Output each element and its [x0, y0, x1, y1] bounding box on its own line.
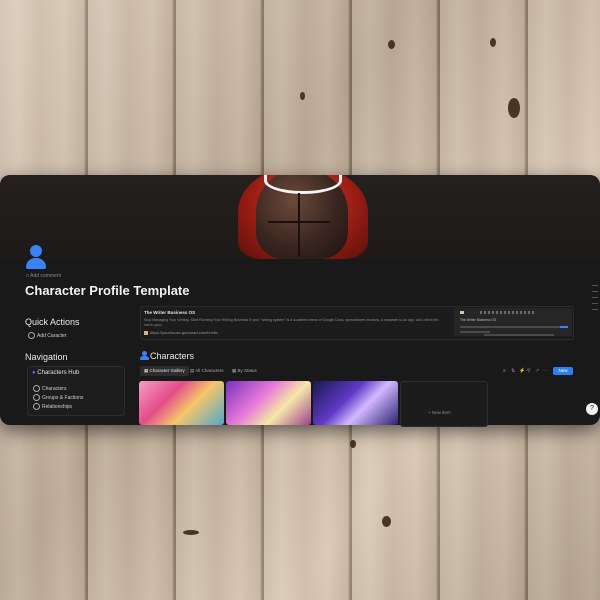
favicon-icon — [144, 330, 148, 335]
nav-item-relationships[interactable]: Relationships — [33, 403, 72, 410]
bookmark-description: Stop Managing Your Writing. Start Runnin… — [144, 318, 439, 327]
nav-characters-hub[interactable]: ● Characters Hub — [32, 370, 79, 376]
nav-item-characters[interactable]: Characters — [33, 385, 66, 392]
bookmark-title: The Writer Business OS — [144, 310, 196, 315]
sort-icon[interactable]: ⇅ — [511, 368, 515, 374]
preview-button — [560, 326, 568, 328]
character-card[interactable] — [139, 381, 224, 425]
board-icon: ▩ — [232, 368, 237, 373]
wood-knot — [350, 440, 356, 448]
person-icon — [33, 385, 40, 392]
automation-icon[interactable]: ⚡ — [519, 368, 525, 374]
quick-actions-heading: Quick Actions — [25, 317, 80, 327]
wood-knot — [300, 92, 305, 100]
cover-figure-line — [298, 193, 300, 257]
group-icon — [33, 394, 40, 401]
scroll-outline[interactable] — [592, 285, 598, 315]
preview-logo — [460, 311, 464, 314]
wood-knot — [183, 530, 199, 535]
preview-row — [460, 331, 490, 333]
table-icon: ▤ — [190, 368, 195, 373]
wood-knot — [508, 98, 520, 118]
new-item-label: + New item — [428, 410, 451, 415]
cover-figure-line — [268, 221, 330, 223]
navigation-heading: Navigation — [25, 352, 68, 362]
page-title: Character Profile Template — [25, 283, 190, 298]
add-comment-link[interactable]: □ Add comment — [26, 273, 61, 279]
person-add-icon — [28, 332, 35, 339]
tab-character-gallery[interactable]: ▦ Character Gallery — [140, 366, 189, 376]
add-character-button[interactable]: Add Caracter — [28, 332, 66, 339]
more-icon[interactable]: ⋯ — [543, 368, 548, 374]
character-card[interactable] — [313, 381, 398, 425]
help-button[interactable]: ? — [586, 403, 598, 415]
wood-knot — [388, 40, 395, 49]
wood-knot — [382, 516, 391, 527]
person-icon — [140, 351, 149, 360]
filter-icon[interactable]: ≡ — [503, 368, 506, 374]
preview-title: The Writer Business OS — [460, 318, 497, 322]
character-card[interactable] — [226, 381, 311, 425]
tab-by-status[interactable]: ▩ By Status — [228, 366, 261, 376]
gallery-icon: ▦ — [144, 368, 149, 373]
page-avatar-icon[interactable] — [24, 245, 48, 271]
tab-all-characters[interactable]: ▤ All Characters — [186, 366, 228, 376]
bookmark-url[interactable]: https://yourhouse.gumroad.com/l/nhfiv — [144, 330, 218, 335]
wood-knot — [490, 38, 496, 47]
expand-icon[interactable]: ↗ — [535, 368, 539, 374]
characters-heading: Characters — [140, 351, 194, 361]
preview-row — [484, 334, 554, 336]
preview-row — [484, 326, 564, 328]
search-icon[interactable]: ⚲ — [527, 368, 531, 374]
nav-item-groups[interactable]: Groups & Factions — [33, 394, 83, 401]
preview-menu — [480, 311, 536, 314]
new-item-card[interactable] — [400, 381, 488, 427]
people-icon — [33, 403, 40, 410]
person-icon: ● — [32, 370, 36, 376]
new-button[interactable]: New — [553, 367, 573, 375]
